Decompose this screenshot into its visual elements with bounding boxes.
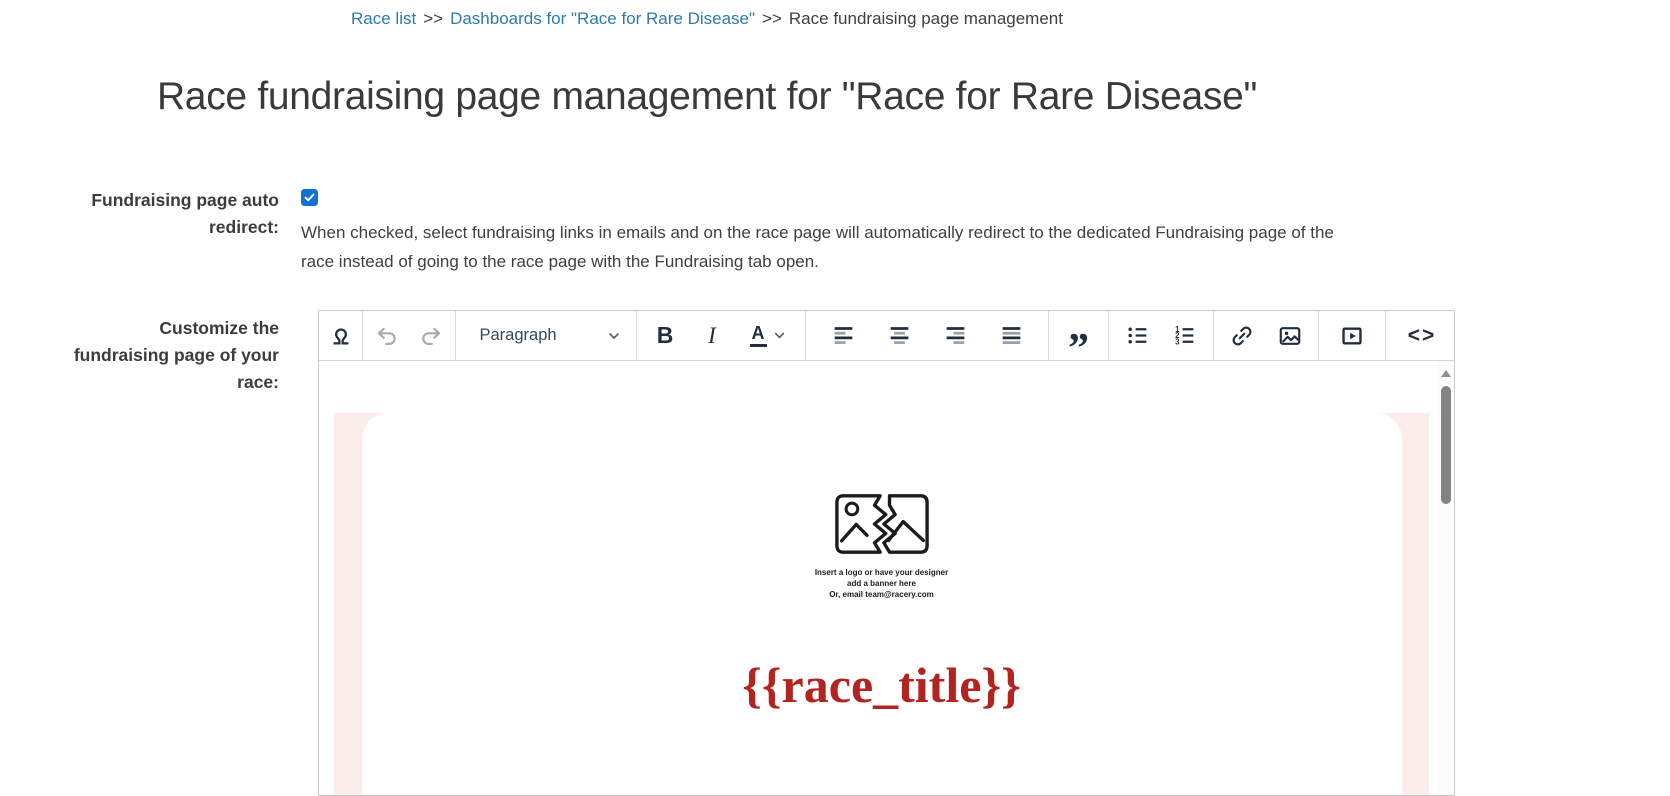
form-row-auto-redirect: Fundraising page auto redirect: When che… — [0, 187, 1670, 276]
scrollbar-thumb[interactable] — [1441, 386, 1451, 504]
breadcrumb-link-dashboards[interactable]: Dashboards for "Race for Rare Disease" — [450, 9, 755, 28]
preview-card: Insert a logo or have your designer add … — [361, 413, 1402, 795]
scroll-up-arrow-icon[interactable] — [1441, 370, 1451, 377]
editor-toolbar: Paragraph B I A ” 1 2 3 <> — [319, 311, 1454, 370]
italic-button[interactable]: I — [693, 316, 731, 356]
link-icon — [1232, 326, 1252, 345]
blockquote-button[interactable]: ” — [1060, 316, 1098, 370]
numbered-list-icon: 1 2 3 — [1175, 325, 1194, 346]
media-icon — [1342, 326, 1362, 345]
checkmark-icon — [304, 193, 315, 202]
source-code-button[interactable]: <> — [1399, 316, 1445, 356]
toolbar-group-code: <> — [1386, 311, 1454, 360]
breadcrumb-separator: >> — [762, 9, 782, 28]
redo-button[interactable] — [412, 316, 450, 356]
justify-icon — [1002, 327, 1020, 344]
breadcrumb-separator: >> — [423, 9, 444, 28]
settings-form: Fundraising page auto redirect: When che… — [0, 187, 1670, 796]
fundraising-page-preview: Insert a logo or have your designer add … — [334, 413, 1429, 795]
broken-image-icon — [834, 494, 929, 554]
bullet-list-button[interactable] — [1118, 316, 1156, 356]
chevron-down-icon — [774, 332, 784, 339]
undo-icon — [378, 327, 397, 345]
bullet-list-icon — [1128, 327, 1147, 344]
editor-content[interactable]: Insert a logo or have your designer add … — [319, 361, 1438, 795]
align-center-button[interactable] — [880, 316, 918, 356]
header-band: Race list >> Dashboards for "Race for Rare… — [0, 0, 1414, 119]
align-left-icon — [834, 327, 852, 344]
customize-page-field: Paragraph B I A ” 1 2 3 <> Insert a logo… — [301, 310, 1670, 796]
image-icon — [1279, 326, 1300, 345]
toolbar-group-text-style: B I A — [637, 311, 806, 360]
bold-icon: B — [656, 322, 674, 348]
toolbar-group-format: Paragraph — [456, 311, 637, 360]
placeholder-line: Or, email team@racery.com — [829, 590, 934, 599]
insert-media-button[interactable] — [1333, 316, 1371, 356]
insert-image-button[interactable] — [1271, 316, 1309, 356]
page-title: Race fundraising page management for "Ra… — [156, 75, 1258, 118]
toolbar-group-insert — [1214, 311, 1319, 360]
breadcrumb-link-race-list[interactable]: Race list — [351, 9, 416, 28]
placeholder-line: add a banner here — [847, 579, 916, 588]
toolbar-group-tokens — [319, 311, 363, 360]
breadcrumb-current: Race fundraising page management — [788, 9, 1063, 28]
toolbar-group-lists: 1 2 3 — [1109, 311, 1214, 360]
italic-icon: I — [708, 322, 716, 348]
auto-redirect-field: When checked, select fundraising links i… — [301, 187, 1670, 276]
form-row-customize-page: Customize the fundraising page of your r… — [0, 310, 1670, 796]
race-title-token: {{race_title}} — [742, 657, 1021, 713]
stamp-icon — [333, 327, 348, 345]
placeholder-line: Insert a logo or have your designer — [814, 568, 949, 577]
paragraph-format-value: Paragraph — [479, 326, 557, 344]
banner-placeholder-text: Insert a logo or have your designer add … — [362, 567, 1402, 600]
align-left-button[interactable] — [824, 316, 862, 356]
code-icon: <> — [1407, 323, 1437, 347]
undo-button[interactable] — [368, 316, 406, 356]
link-button[interactable] — [1223, 316, 1261, 356]
editor-content-wrap: Insert a logo or have your designer add … — [319, 361, 1454, 795]
banner-placeholder: Insert a logo or have your designer add … — [362, 413, 1402, 600]
paragraph-format-select[interactable]: Paragraph — [468, 316, 625, 356]
align-right-icon — [946, 327, 964, 344]
auto-redirect-description: When checked, select fundraising links i… — [301, 223, 1334, 271]
text-color-icon: A — [749, 324, 767, 348]
customize-page-label: Customize the fundraising page of your r… — [73, 318, 279, 392]
auto-redirect-label: Fundraising page auto redirect: — [91, 190, 279, 237]
auto-redirect-checkbox[interactable] — [301, 189, 318, 206]
bold-button[interactable]: B — [646, 316, 684, 356]
breadcrumb: Race list >> Dashboards for "Race for Rare… — [0, 0, 1414, 29]
align-center-icon — [890, 327, 908, 344]
insert-token-button[interactable] — [322, 316, 360, 356]
toolbar-group-history — [363, 311, 456, 360]
toolbar-group-quote: ” — [1049, 311, 1109, 370]
numbered-list-button[interactable]: 1 2 3 — [1166, 316, 1204, 356]
redo-icon — [421, 327, 440, 345]
toolbar-group-align — [806, 311, 1049, 360]
page: Race list >> Dashboards for "Race for Rare… — [0, 0, 1670, 796]
text-color-button[interactable]: A — [740, 316, 796, 356]
chevron-down-icon — [608, 332, 619, 339]
editor-scrollbar[interactable] — [1438, 361, 1454, 795]
rich-text-editor: Paragraph B I A ” 1 2 3 <> Insert a logo… — [318, 310, 1455, 796]
justify-button[interactable] — [992, 316, 1030, 356]
align-right-button[interactable] — [936, 316, 974, 356]
svg-text:3: 3 — [1175, 337, 1180, 346]
toolbar-group-media — [1319, 311, 1386, 360]
